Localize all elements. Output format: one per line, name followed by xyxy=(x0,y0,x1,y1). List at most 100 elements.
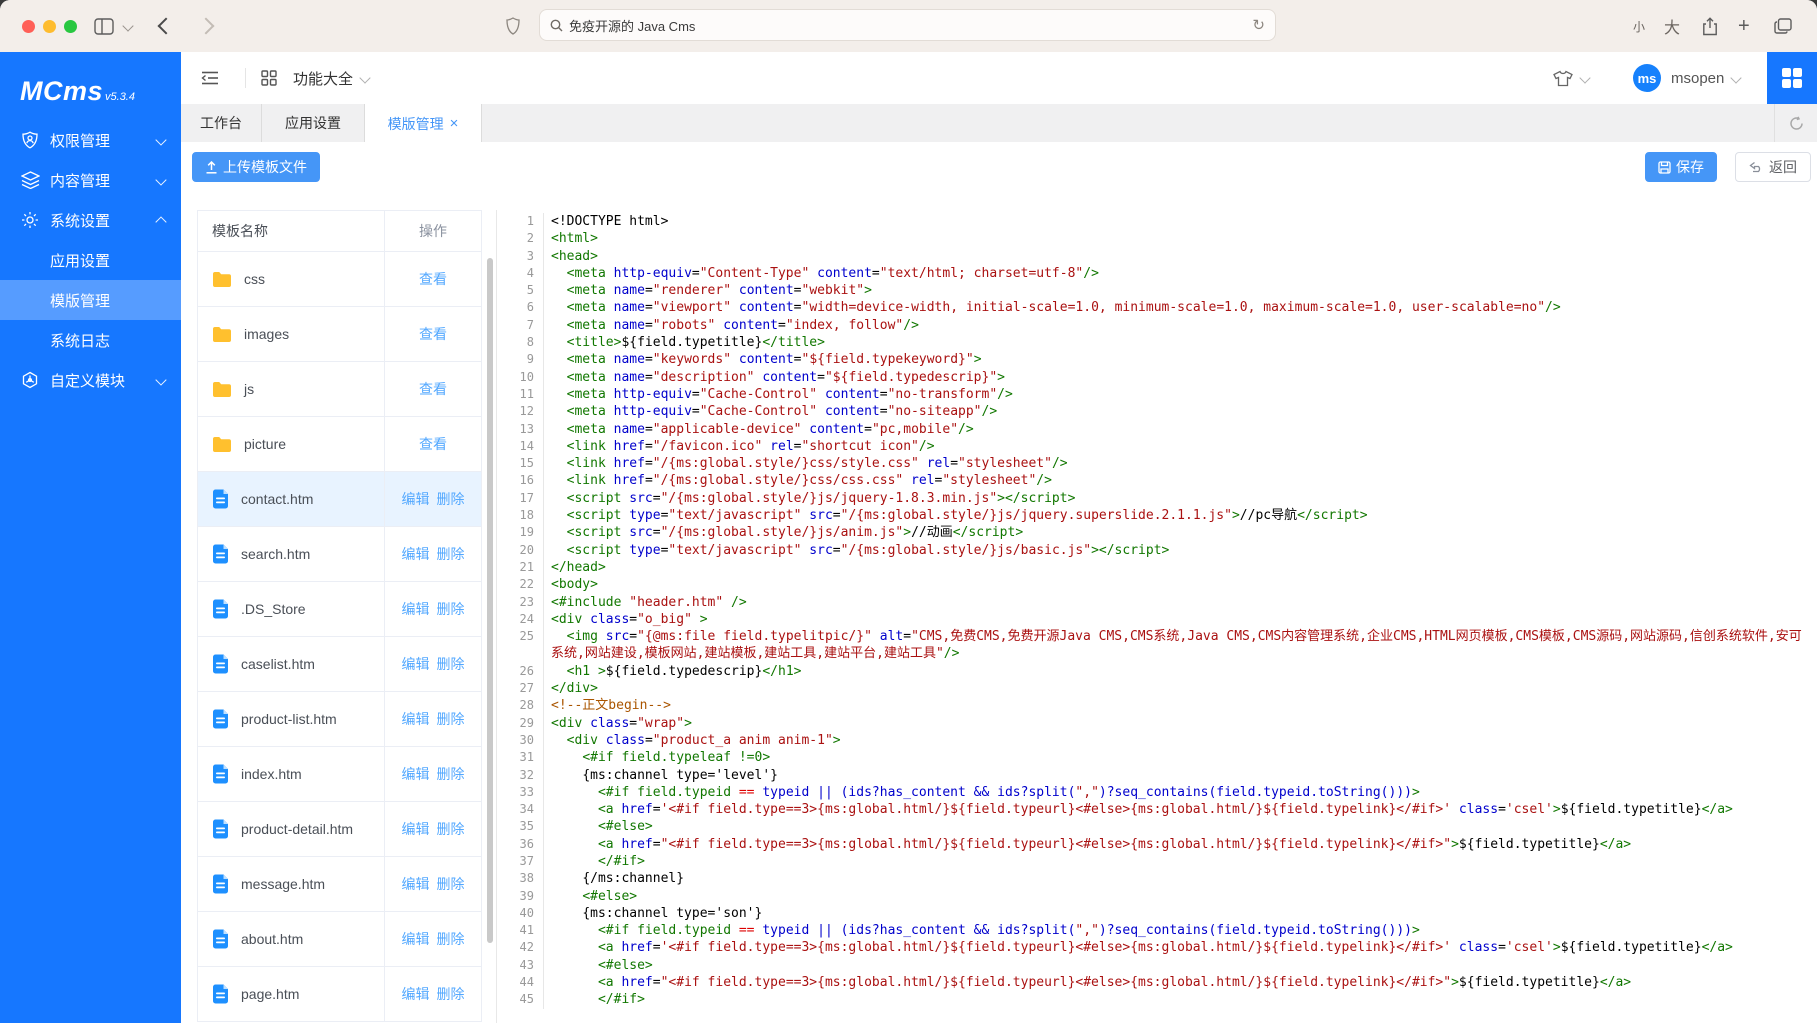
tab-workbench[interactable]: 工作台 xyxy=(181,104,262,142)
file-action-link[interactable]: 删除 xyxy=(437,874,465,894)
sidebar-item-system-settings[interactable]: 系统设置 xyxy=(0,200,181,240)
app-grid-icon[interactable] xyxy=(261,52,277,104)
file-action-link[interactable]: 编辑 xyxy=(402,489,430,509)
theme-icon[interactable] xyxy=(1553,52,1573,104)
refresh-tab-icon[interactable] xyxy=(1774,104,1817,142)
close-window-button[interactable] xyxy=(22,20,35,33)
file-action-link[interactable]: 编辑 xyxy=(402,874,430,894)
code-line[interactable]: 19 <script src="/{ms:global.style/}js/an… xyxy=(497,524,1817,541)
file-action-link[interactable]: 删除 xyxy=(437,599,465,619)
browser-sidebar-toggle-icon[interactable] xyxy=(94,0,114,52)
code-line[interactable]: 42 <a href='<#if field.type==3>{ms:globa… xyxy=(497,939,1817,956)
code-line[interactable]: 17 <script src="/{ms:global.style/}js/jq… xyxy=(497,490,1817,507)
apps-launcher-button[interactable] xyxy=(1767,52,1817,104)
code-line[interactable]: 16 <link href="/{ms:global.style/}css/cs… xyxy=(497,472,1817,489)
code-line[interactable]: 7 <meta name="robots" content="index, fo… xyxy=(497,317,1817,334)
table-row[interactable]: search.htm编辑删除 xyxy=(198,527,481,582)
code-line[interactable]: 33 <#if field.typeid == typeid || (ids?h… xyxy=(497,784,1817,801)
browser-back-button[interactable] xyxy=(160,0,172,52)
code-line[interactable]: 11 <meta http-equiv="Cache-Control" cont… xyxy=(497,386,1817,403)
code-line[interactable]: 43 <#else> xyxy=(497,957,1817,974)
chevron-down-icon[interactable] xyxy=(1581,52,1589,104)
code-line[interactable]: 10 <meta name="description" content="${f… xyxy=(497,369,1817,386)
sidebar-item-content[interactable]: 内容管理 xyxy=(0,160,181,200)
code-line[interactable]: 39 <#else> xyxy=(497,888,1817,905)
code-line[interactable]: 34 <a href='<#if field.type==3>{ms:globa… xyxy=(497,801,1817,818)
table-row[interactable]: js查看 xyxy=(198,362,481,417)
file-action-link[interactable]: 编辑 xyxy=(402,599,430,619)
code-line[interactable]: 2<html> xyxy=(497,230,1817,247)
table-row[interactable]: picture查看 xyxy=(198,417,481,472)
zoom-window-button[interactable] xyxy=(64,20,77,33)
collapse-sidebar-icon[interactable] xyxy=(201,52,219,104)
table-row[interactable]: css查看 xyxy=(198,252,481,307)
file-action-link[interactable]: 查看 xyxy=(419,379,447,399)
code-line[interactable]: 37 </#if> xyxy=(497,853,1817,870)
share-icon[interactable] xyxy=(1702,0,1718,52)
browser-forward-button[interactable] xyxy=(200,0,212,52)
sidebar-item-custom-modules[interactable]: 自定义模块 xyxy=(0,360,181,400)
code-line[interactable]: 44 <a href="<#if field.type==3>{ms:globa… xyxy=(497,974,1817,991)
file-action-link[interactable]: 删除 xyxy=(437,929,465,949)
code-line[interactable]: 18 <script type="text/javascript" src="/… xyxy=(497,507,1817,524)
sidebar-subitem-system-log[interactable]: 系统日志 xyxy=(0,320,181,360)
code-line[interactable]: 21</head> xyxy=(497,559,1817,576)
code-line[interactable]: 25 <img src="{@ms:file field.typelitpic/… xyxy=(497,628,1817,663)
sidebar-item-permissions[interactable]: 权限管理 xyxy=(0,120,181,160)
save-button[interactable]: 保存 xyxy=(1645,152,1717,182)
code-line[interactable]: 36 <a href="<#if field.type==3>{ms:globa… xyxy=(497,836,1817,853)
code-line[interactable]: 27</div> xyxy=(497,680,1817,697)
code-line[interactable]: 30 <div class="product_a anim anim-1"> xyxy=(497,732,1817,749)
code-line[interactable]: 22<body> xyxy=(497,576,1817,593)
close-icon[interactable]: × xyxy=(450,116,459,131)
code-line[interactable]: 29<div class="wrap"> xyxy=(497,715,1817,732)
code-editor[interactable]: 1<!DOCTYPE html>2<html>3<head>4 <meta ht… xyxy=(497,210,1817,1023)
code-line[interactable]: 3<head> xyxy=(497,248,1817,265)
file-action-link[interactable]: 编辑 xyxy=(402,544,430,564)
file-list-scrollbar[interactable] xyxy=(487,258,493,943)
file-action-link[interactable]: 编辑 xyxy=(402,984,430,1004)
reload-icon[interactable]: ↻ xyxy=(1252,16,1265,34)
font-smaller-button[interactable]: 小 xyxy=(1633,0,1645,52)
code-line[interactable]: 15 <link href="/{ms:global.style/}css/st… xyxy=(497,455,1817,472)
browser-sidebar-chevron-icon[interactable] xyxy=(124,0,132,52)
file-action-link[interactable]: 删除 xyxy=(437,764,465,784)
upload-template-button[interactable]: 上传模板文件 xyxy=(192,152,320,182)
code-line[interactable]: 6 <meta name="viewport" content="width=d… xyxy=(497,299,1817,316)
file-action-link[interactable]: 编辑 xyxy=(402,764,430,784)
code-line[interactable]: 31 <#if field.typeleaf !=0> xyxy=(497,749,1817,766)
minimize-window-button[interactable] xyxy=(43,20,56,33)
code-line[interactable]: 1<!DOCTYPE html> xyxy=(497,213,1817,230)
table-row[interactable]: page.htm编辑删除 xyxy=(198,967,481,1022)
file-action-link[interactable]: 编辑 xyxy=(402,929,430,949)
code-line[interactable]: 32 {ms:channel type='level'} xyxy=(497,767,1817,784)
file-action-link[interactable]: 删除 xyxy=(437,654,465,674)
tab-app-settings[interactable]: 应用设置 xyxy=(262,104,365,142)
tab-overview-icon[interactable] xyxy=(1774,0,1792,52)
code-line[interactable]: 23<#include "header.htm" /> xyxy=(497,594,1817,611)
table-row[interactable]: index.htm编辑删除 xyxy=(198,747,481,802)
code-line[interactable]: 41 <#if field.typeid == typeid || (ids?h… xyxy=(497,922,1817,939)
table-row[interactable]: .DS_Store编辑删除 xyxy=(198,582,481,637)
code-line[interactable]: 40 {ms:channel type='son'} xyxy=(497,905,1817,922)
table-row[interactable]: caselist.htm编辑删除 xyxy=(198,637,481,692)
table-row[interactable]: product-list.htm编辑删除 xyxy=(198,692,481,747)
code-line[interactable]: 12 <meta http-equiv="Cache-Control" cont… xyxy=(497,403,1817,420)
back-button[interactable]: 返回 xyxy=(1735,152,1811,182)
code-line[interactable]: 45 </#if> xyxy=(497,991,1817,1008)
file-action-link[interactable]: 查看 xyxy=(419,269,447,289)
file-action-link[interactable]: 删除 xyxy=(437,544,465,564)
font-larger-button[interactable]: 大 xyxy=(1664,0,1680,52)
file-action-link[interactable]: 删除 xyxy=(437,819,465,839)
code-line[interactable]: 28<!--正文begin--> xyxy=(497,697,1817,714)
code-line[interactable]: 13 <meta name="applicable-device" conten… xyxy=(497,421,1817,438)
table-row[interactable]: images查看 xyxy=(198,307,481,362)
sidebar-subitem-template-management[interactable]: 模版管理 xyxy=(0,280,181,320)
code-line[interactable]: 26 <h1 >${field.typedescrip}</h1> xyxy=(497,663,1817,680)
feature-menu[interactable]: 功能大全 xyxy=(285,52,369,104)
new-tab-icon[interactable]: + xyxy=(1738,0,1750,52)
code-line[interactable]: 38 {/ms:channel} xyxy=(497,870,1817,887)
code-line[interactable]: 20 <script type="text/javascript" src="/… xyxy=(497,542,1817,559)
file-action-link[interactable]: 编辑 xyxy=(402,654,430,674)
code-line[interactable]: 14 <link href="/favicon.ico" rel="shortc… xyxy=(497,438,1817,455)
